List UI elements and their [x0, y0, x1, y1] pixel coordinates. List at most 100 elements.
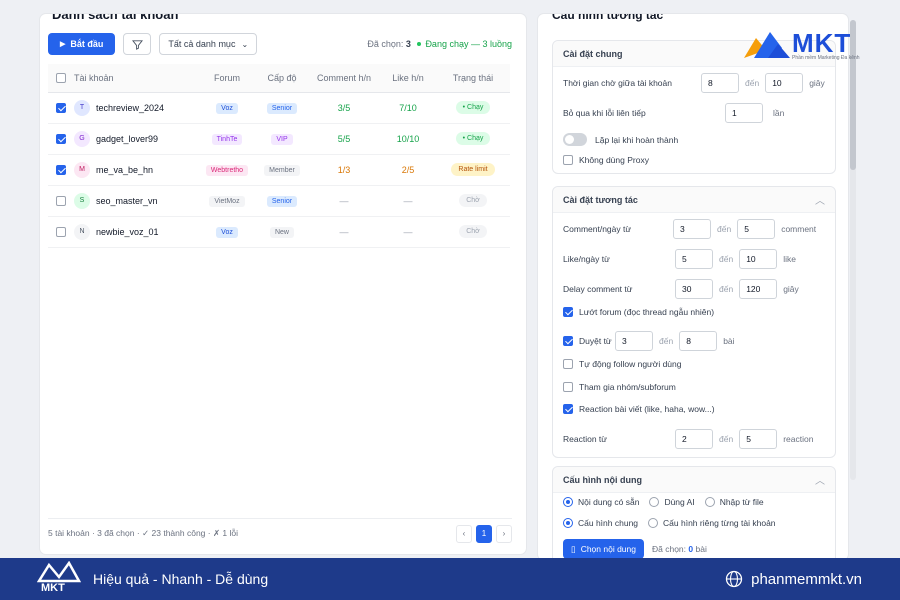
- document-icon: ▯: [571, 543, 576, 554]
- comment-from-input[interactable]: 3: [673, 219, 711, 239]
- col-status[interactable]: Trạng thái: [436, 64, 510, 93]
- banner-logo-text: MKT: [41, 582, 65, 594]
- banner-website[interactable]: phanmemmkt.vn: [725, 570, 862, 588]
- reaction-checkbox[interactable]: [563, 404, 573, 414]
- source-available-radio[interactable]: [563, 497, 573, 507]
- forum-tag: Voz: [216, 102, 238, 114]
- category-select[interactable]: Tất cả danh mục ⌄: [159, 33, 258, 55]
- content-settings-header[interactable]: Cấu hình nội dung ︿: [553, 467, 835, 493]
- reaction-check-row: Reaction bài viết (like, haha, wow...): [563, 404, 825, 414]
- config-title: Cấu hình tương tác: [552, 14, 664, 22]
- avatar: N: [74, 223, 90, 240]
- row-checkbox[interactable]: [56, 102, 66, 113]
- comment-to-input[interactable]: 5: [737, 219, 776, 239]
- start-button[interactable]: ▶ Bắt đầu: [48, 33, 116, 55]
- interaction-settings-header[interactable]: Cài đặt tương tác ︿: [553, 187, 835, 213]
- source-ai-radio[interactable]: [649, 497, 660, 507]
- select-all-checkbox[interactable]: [56, 73, 66, 84]
- content-settings-card: Cấu hình nội dung ︿ Nội dung có sẵn Dùng…: [552, 466, 836, 560]
- logo-subtitle: Phần mềm Marketing Đa kênh: [792, 55, 860, 61]
- level-tag: Senior: [266, 102, 298, 114]
- comment-count: 1/3: [308, 154, 380, 186]
- level-tag: VIP: [271, 133, 293, 145]
- status-badge: • Chạy: [455, 132, 491, 145]
- like-per-day-row: Like/ngày từ 5 đến 10 like: [563, 249, 825, 269]
- comment-count: —: [308, 185, 380, 217]
- account-name: seo_master_vn: [96, 195, 158, 206]
- choose-content-button[interactable]: ▯ Chọn nội dung: [563, 539, 644, 559]
- row-checkbox[interactable]: [56, 133, 66, 144]
- col-forum[interactable]: Forum: [198, 64, 256, 93]
- row-checkbox[interactable]: [56, 195, 66, 206]
- avatar: M: [74, 161, 90, 178]
- footer-summary: 5 tài khoản · 3 đã chọn · ✓ 23 thành côn…: [48, 528, 239, 538]
- account-list-title: Danh sách tài khoản: [48, 14, 183, 22]
- chevron-up-icon[interactable]: ︿: [815, 472, 825, 487]
- table-row[interactable]: Mme_va_be_hn Webtretho Member 1/3 2/5 Ra…: [48, 154, 510, 186]
- delay-to-input[interactable]: 120: [739, 279, 778, 299]
- account-name: techreview_2024: [96, 102, 165, 113]
- prev-page-button[interactable]: ‹: [456, 524, 472, 543]
- mode-per-account-radio[interactable]: [648, 518, 659, 528]
- delay-comment-row: Delay comment từ 30 đến 120 giây: [563, 279, 825, 299]
- pagination: ‹ 1 ›: [456, 524, 512, 543]
- scan-posts-checkbox[interactable]: [563, 336, 573, 346]
- comment-per-day-row: Comment/ngày từ 3 đến 5 comment: [563, 219, 825, 239]
- level-tag: Senior: [266, 195, 298, 207]
- avatar: G: [74, 130, 90, 147]
- wait-time-row: Thời gian chờ giữa tài khoản 8 đến 10 gi…: [563, 73, 825, 93]
- browse-forum-checkbox[interactable]: [563, 307, 573, 317]
- col-comment[interactable]: Comment h/n: [308, 64, 380, 93]
- table-row[interactable]: Nnewbie_voz_01 Voz New — — Chờ: [48, 216, 510, 248]
- source-file-radio[interactable]: [704, 497, 715, 507]
- skip-error-row: Bỏ qua khi lỗi liên tiếp 1 lần: [563, 103, 825, 123]
- col-like[interactable]: Like h/n: [380, 64, 436, 93]
- content-mode-row: Cấu hình chung Cấu hình riêng từng tài k…: [563, 518, 825, 528]
- forum-tag: TinhTe: [211, 133, 243, 145]
- scan-to-input[interactable]: 8: [679, 331, 718, 351]
- next-page-button[interactable]: ›: [496, 524, 512, 543]
- like-to-input[interactable]: 10: [739, 249, 778, 269]
- scan-from-input[interactable]: 3: [615, 331, 653, 351]
- join-group-checkbox[interactable]: [563, 382, 573, 392]
- globe-icon: [725, 570, 743, 588]
- avatar: S: [74, 192, 90, 209]
- wait-from-input[interactable]: 8: [701, 73, 739, 93]
- forum-tag: Voz: [216, 226, 238, 238]
- account-list-panel: Danh sách tài khoản ▶ Bắt đầu Tất cả dan…: [40, 14, 526, 554]
- col-account[interactable]: Tài khoản: [74, 64, 198, 93]
- col-level[interactable]: Cấp độ: [256, 64, 308, 93]
- like-count: 2/5: [380, 154, 436, 186]
- reaction-to-input[interactable]: 5: [739, 429, 778, 449]
- forum-tag: VietMoz: [209, 195, 245, 207]
- table-row[interactable]: Sseo_master_vn VietMoz Senior — — Chờ: [48, 185, 510, 217]
- like-from-input[interactable]: 5: [675, 249, 713, 269]
- filter-button[interactable]: [123, 33, 152, 55]
- page-1-button[interactable]: 1: [476, 524, 492, 543]
- table-row[interactable]: Ggadget_lover99 TinhTe VIP 5/5 10/10 • C…: [48, 123, 510, 155]
- table-row[interactable]: Ttechreview_2024 Voz Senior 3/5 7/10 • C…: [48, 92, 510, 124]
- reaction-range-row: Reaction từ 2 đến 5 reaction: [563, 429, 825, 449]
- no-proxy-checkbox[interactable]: [563, 155, 573, 165]
- mode-general-radio[interactable]: [563, 518, 573, 528]
- join-group-row: Tham gia nhóm/subforum: [563, 382, 825, 392]
- reaction-from-input[interactable]: 2: [675, 429, 713, 449]
- bottom-banner: MKT Hiệu quả - Nhanh - Dễ dùng phanmemmk…: [0, 558, 900, 600]
- repeat-toggle[interactable]: [563, 133, 587, 146]
- delay-from-input[interactable]: 30: [675, 279, 713, 299]
- skip-error-input[interactable]: 1: [725, 103, 763, 123]
- running-dot-icon: [417, 42, 422, 46]
- status-badge: Chờ: [459, 225, 487, 238]
- chevron-up-icon[interactable]: ︿: [815, 192, 825, 207]
- account-table: Tài khoản Forum Cấp độ Comment h/n Like …: [48, 64, 510, 248]
- account-name: me_va_be_hn: [96, 164, 154, 175]
- wait-to-input[interactable]: 10: [765, 73, 804, 93]
- filter-icon: [131, 39, 143, 50]
- repeat-row: Lặp lại khi hoàn thành: [563, 133, 825, 146]
- auto-follow-checkbox[interactable]: [563, 359, 573, 369]
- row-checkbox[interactable]: [56, 164, 66, 175]
- play-icon: ▶: [60, 41, 66, 48]
- browse-forum-row: Lướt forum (đọc thread ngẫu nhiên): [563, 307, 825, 317]
- row-checkbox[interactable]: [56, 226, 66, 237]
- account-name: newbie_voz_01: [96, 226, 159, 237]
